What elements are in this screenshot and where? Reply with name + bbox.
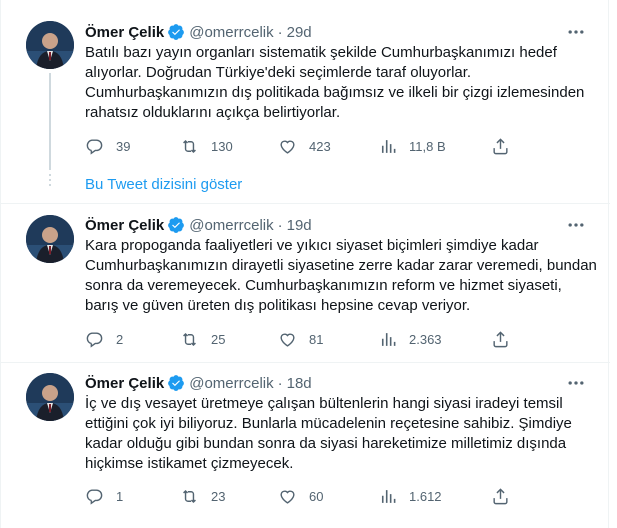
views-button[interactable]: 2.363	[378, 329, 442, 349]
retweet-button[interactable]: 130	[180, 136, 233, 156]
tweet-text-line: Cumhurbaşkanımızın dış politikada bağıms…	[85, 84, 585, 101]
reply-button[interactable]: 1	[85, 486, 123, 506]
views-button[interactable]: 11,8 B	[378, 136, 446, 156]
like-count: 60	[309, 488, 324, 504]
tweet-text-line: rahatsız olduklarını açıkça belirtiyorla…	[85, 104, 341, 121]
reply-count: 39	[116, 138, 131, 154]
heart-icon	[280, 490, 295, 504]
share-icon	[493, 487, 508, 504]
reply-button[interactable]: 2	[85, 329, 123, 349]
separator-dot: ·	[277, 23, 283, 41]
author-handle[interactable]: @omerrcelik	[189, 24, 273, 41]
reply-button[interactable]: 39	[85, 136, 130, 156]
tweet-text-line: Kara propoganda faaliyetleri ve yıkıcı s…	[85, 237, 539, 254]
like-count: 81	[309, 331, 324, 347]
tweet[interactable]: Ömer Çelik @omerrcelik · 29d Batılı bazı…	[1, 0, 610, 170]
tweet-text: Kara propoganda faaliyetleri ve yıkıcı s…	[85, 236, 597, 316]
reply-icon	[86, 138, 103, 155]
author-name[interactable]: Ömer Çelik	[85, 24, 164, 41]
avatar[interactable]	[26, 215, 74, 263]
tweet-text-line: alıyorlar. Doğrudan Türkiye'deki seçimle…	[85, 64, 472, 81]
tweet-actions: 39 130 423 11,8 B	[85, 136, 515, 156]
tweet-header: Ömer Çelik @omerrcelik · 29d	[85, 22, 312, 42]
like-button[interactable]: 60	[278, 486, 323, 506]
more-options-icon[interactable]	[566, 22, 586, 42]
views-button[interactable]: 1.612	[378, 486, 442, 506]
retweet-icon	[183, 139, 196, 153]
retweet-icon	[183, 489, 196, 503]
tweet-text: Batılı bazı yayın organları sistematik ş…	[85, 43, 595, 123]
like-count: 423	[309, 138, 331, 154]
share-button[interactable]	[491, 329, 510, 349]
tweet-actions: 1 23 60 1.612	[85, 486, 515, 506]
tweet-text-line: ettiğini çok iyi biliyoruz. Bunlarla müc…	[85, 415, 572, 432]
retweet-button[interactable]: 25	[180, 329, 225, 349]
share-button[interactable]	[491, 486, 510, 506]
retweet-count: 23	[211, 488, 226, 504]
author-handle[interactable]: @omerrcelik	[189, 375, 273, 392]
like-button[interactable]: 423	[278, 136, 331, 156]
tweet-time[interactable]: 19d	[287, 217, 312, 234]
reply-icon	[86, 331, 103, 348]
views-count: 2.363	[409, 331, 442, 347]
author-handle[interactable]: @omerrcelik	[189, 217, 273, 234]
avatar[interactable]	[26, 373, 74, 421]
tweet-time[interactable]: 18d	[287, 375, 312, 392]
tweet-text-line: Cumhurbaşkanımızın dirayetli siyasetine …	[85, 257, 597, 274]
tweet-text-line: kadar olduğu gibi bundan sonra da siyasi…	[85, 435, 567, 452]
tweet-header: Ömer Çelik @omerrcelik · 19d	[85, 215, 312, 235]
tweet-text-line: sonra da veremeyecek. Cumhurbaşkanımızın…	[85, 277, 562, 294]
author-name[interactable]: Ömer Çelik	[85, 375, 164, 392]
views-chart-icon	[381, 332, 396, 346]
retweet-count: 25	[211, 331, 226, 347]
tweet-time[interactable]: 29d	[287, 24, 312, 41]
share-button[interactable]	[491, 136, 510, 156]
thread-line	[49, 73, 51, 170]
reply-count: 1	[116, 488, 124, 504]
more-options-icon[interactable]	[566, 215, 586, 235]
tweet-header: Ömer Çelik @omerrcelik · 18d	[85, 373, 312, 393]
reply-icon	[86, 488, 103, 505]
views-chart-icon	[381, 489, 396, 503]
more-options-icon[interactable]	[566, 373, 586, 393]
like-button[interactable]: 81	[278, 329, 323, 349]
retweet-button[interactable]: 23	[180, 486, 225, 506]
share-icon	[493, 330, 508, 347]
heart-icon	[280, 140, 295, 154]
retweet-count: 130	[211, 138, 233, 154]
tweet-text: İç ve dış vesayet üretmeye çalışan bülte…	[85, 394, 595, 474]
separator-dot: ·	[277, 216, 283, 234]
author-name[interactable]: Ömer Çelik	[85, 217, 164, 234]
tweet-actions: 2 25 81 2.363	[85, 329, 515, 349]
tweet[interactable]: Ömer Çelik @omerrcelik · 19d Kara propog…	[1, 204, 610, 362]
tweet-text-line: İç ve dış vesayet üretmeye çalışan bülte…	[85, 395, 563, 412]
views-count: 1.612	[409, 488, 442, 504]
avatar[interactable]	[26, 21, 74, 69]
separator-dot: ·	[277, 374, 283, 392]
show-thread-link[interactable]: Bu Tweet dizisini göster	[85, 176, 242, 193]
views-count: 11,8 B	[409, 138, 446, 154]
tweet-text-line: hiçkimse istikamet çizmeyecek.	[85, 455, 294, 472]
verified-badge-icon	[168, 375, 185, 391]
share-icon	[493, 137, 508, 154]
verified-badge-icon	[168, 217, 185, 233]
thread-dots	[49, 174, 51, 189]
tweet-text-line: barış ve güven üreten dış politikası hep…	[85, 297, 471, 314]
tweet[interactable]: Ömer Çelik @omerrcelik · 18d İç ve dış v…	[1, 363, 610, 528]
tweet-text-line: Batılı bazı yayın organları sistematik ş…	[85, 44, 557, 61]
views-chart-icon	[381, 139, 396, 153]
retweet-icon	[183, 332, 196, 346]
timeline: Ömer Çelik @omerrcelik · 29d Batılı bazı…	[0, 0, 610, 528]
reply-count: 2	[116, 331, 124, 347]
heart-icon	[280, 333, 295, 347]
verified-badge-icon	[168, 24, 185, 40]
